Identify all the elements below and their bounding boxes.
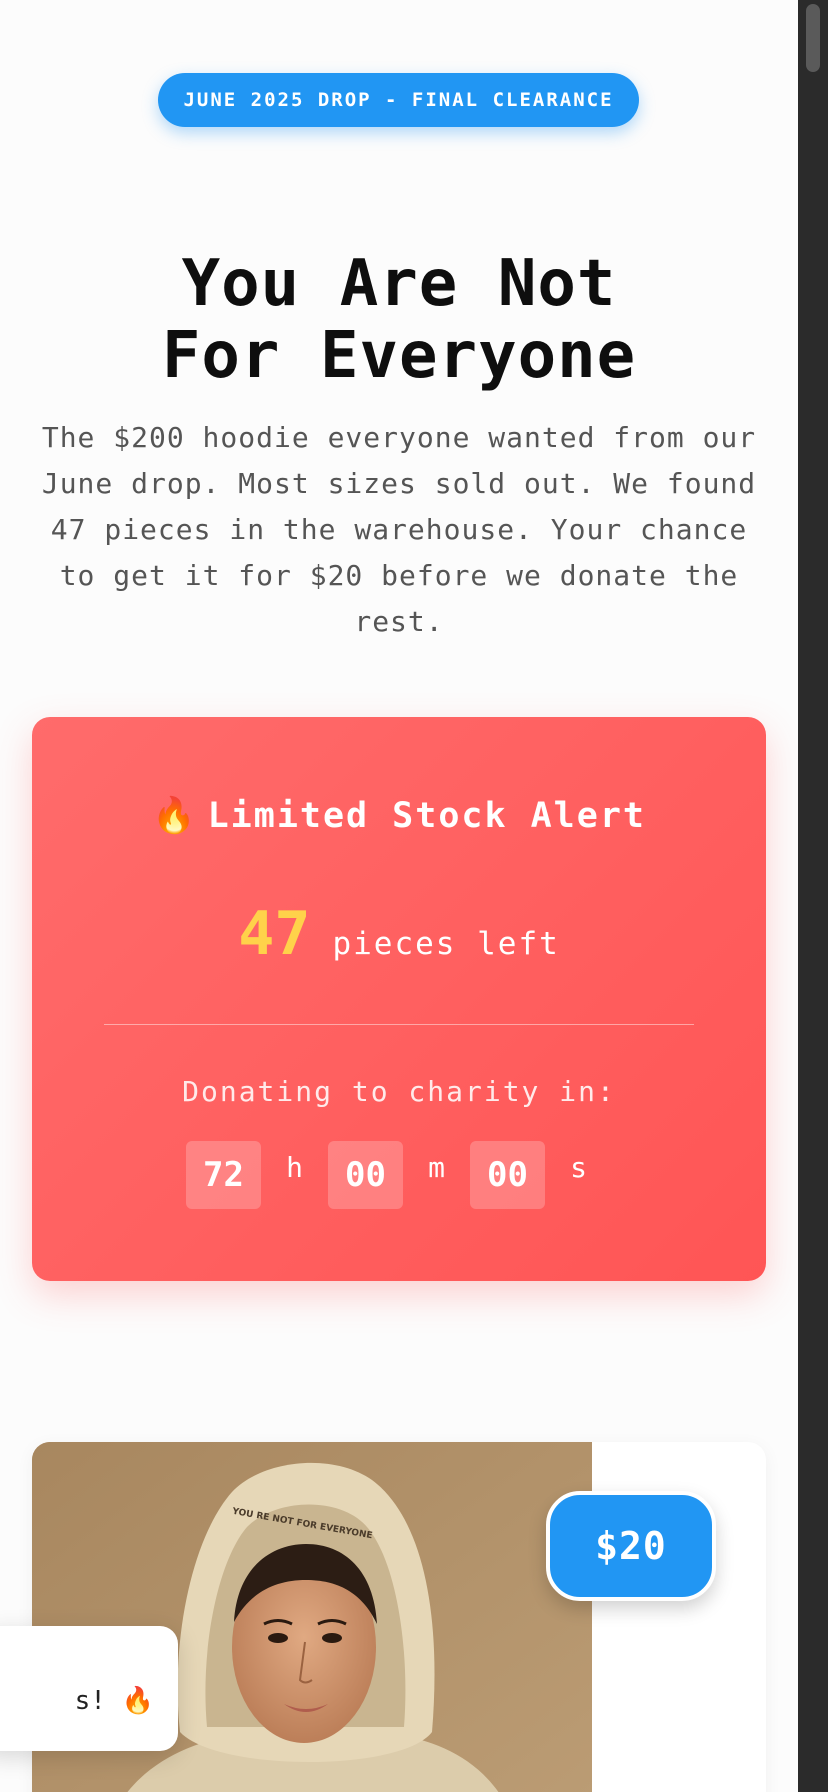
countdown-seconds-unit: s (570, 1151, 587, 1184)
stock-count-label: pieces left (332, 926, 560, 962)
scrollbar-thumb[interactable] (806, 4, 820, 72)
price-badge[interactable]: $20 (546, 1491, 716, 1601)
hero-description: The $200 hoodie everyone wanted from our… (41, 421, 757, 638)
purchase-notification-toast[interactable]: s! 🔥 (0, 1626, 178, 1751)
vertical-scrollbar[interactable] (798, 0, 828, 1792)
fire-icon: 🔥 (152, 796, 198, 836)
countdown-hours: 72 (186, 1141, 261, 1209)
hero-title-line-2: For Everyone (161, 319, 637, 393)
countdown-timer: 72 h 00 m 00 s (32, 1141, 766, 1209)
stock-alert-title: Limited Stock Alert (207, 796, 646, 836)
limited-stock-card: 🔥 Limited Stock Alert 47 pieces left Dona… (32, 717, 766, 1281)
countdown-minutes: 00 (328, 1141, 403, 1209)
drop-banner-badge: JUNE 2025 DROP - FINAL CLEARANCE (158, 73, 639, 127)
drop-banner-label: JUNE 2025 DROP - FINAL CLEARANCE (183, 89, 614, 111)
card-divider (104, 1024, 694, 1025)
price-label: $20 (595, 1524, 667, 1568)
stock-alert-heading: 🔥 Limited Stock Alert (32, 795, 766, 836)
countdown-seconds: 00 (470, 1141, 545, 1209)
donate-countdown-label: Donating to charity in: (182, 1075, 616, 1108)
stock-count-row: 47 pieces left (32, 899, 766, 969)
toast-text: s! 🔥 (74, 1686, 154, 1716)
countdown-minutes-unit: m (428, 1151, 445, 1184)
stock-count: 47 (238, 899, 311, 969)
hero-title: You Are Not For Everyone (0, 248, 798, 392)
hero-title-line-1: You Are Not (181, 247, 617, 321)
landing-page: JUNE 2025 DROP - FINAL CLEARANCE You Are… (0, 0, 798, 1792)
countdown-hours-unit: h (286, 1151, 303, 1184)
